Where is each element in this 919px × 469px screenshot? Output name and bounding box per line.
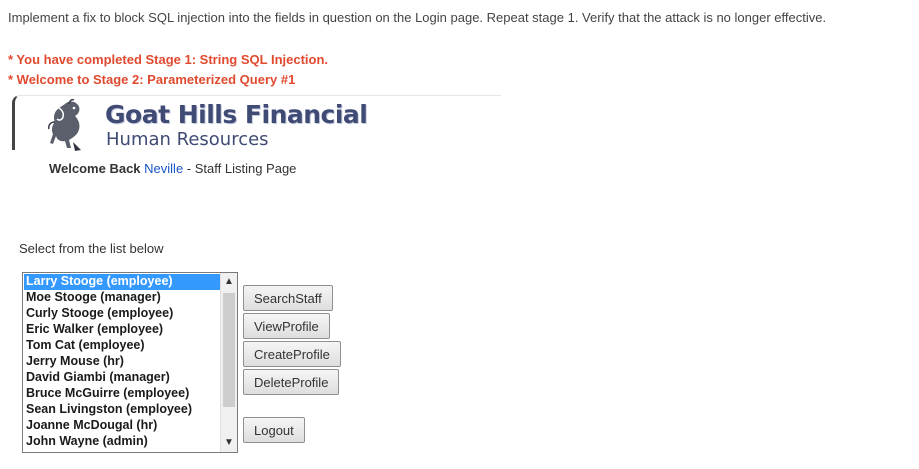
lesson-page: Implement a fix to block SQL injection i… <box>0 0 919 469</box>
staff-list-item[interactable]: John Wayne (admin) <box>24 434 220 450</box>
view-profile-button[interactable]: ViewProfile <box>243 313 330 339</box>
brand-title: Goat Hills Financial <box>105 100 368 129</box>
staff-list-item[interactable]: Curly Stooge (employee) <box>24 306 220 322</box>
stage2-welcome-message: * Welcome to Stage 2: Parameterized Quer… <box>8 72 296 87</box>
scroll-thumb[interactable] <box>223 293 235 407</box>
welcome-line: Welcome Back Neville - Staff Listing Pag… <box>49 161 296 176</box>
logout-button[interactable]: Logout <box>243 417 305 443</box>
username-link[interactable]: Neville <box>144 161 183 176</box>
select-instruction-label: Select from the list below <box>19 241 164 256</box>
staff-listbox[interactable]: Larry Stooge (employee) Moe Stooge (manag… <box>22 272 238 453</box>
staff-list-item[interactable]: Larry Stooge (employee) <box>24 274 220 290</box>
staff-list-item[interactable]: Joanne McDougal (hr) <box>24 418 220 434</box>
staff-list-item[interactable]: Bruce McGuirre (employee) <box>24 386 220 402</box>
staff-list-item[interactable]: Moe Stooge (manager) <box>24 290 220 306</box>
delete-profile-button[interactable]: DeleteProfile <box>243 369 340 395</box>
listbox-scrollbar[interactable]: ▲ ▼ <box>220 273 237 452</box>
staff-list-items: Larry Stooge (employee) Moe Stooge (manag… <box>24 274 220 450</box>
brand-subtitle: Human Resources <box>106 129 269 150</box>
search-staff-button[interactable]: SearchStaff <box>243 285 333 311</box>
stage1-complete-message: * You have completed Stage 1: String SQL… <box>8 52 329 67</box>
staff-list-item[interactable]: Tom Cat (employee) <box>24 338 220 354</box>
create-profile-button[interactable]: CreateProfile <box>243 341 341 367</box>
goat-icon <box>48 98 81 151</box>
staff-list-item[interactable]: Jerry Mouse (hr) <box>24 354 220 370</box>
scroll-down-icon[interactable]: ▼ <box>221 434 237 452</box>
staff-list-item[interactable]: Sean Livingston (employee) <box>24 402 220 418</box>
scroll-up-icon[interactable]: ▲ <box>221 273 237 291</box>
company-banner: Goat Hills Financial Human Resources <box>12 95 501 151</box>
lesson-instructions: Implement a fix to block SQL injection i… <box>8 10 827 25</box>
welcome-prefix: Welcome Back <box>49 161 141 176</box>
staff-list-item[interactable]: Eric Walker (employee) <box>24 322 220 338</box>
staff-list-item[interactable]: David Giambi (manager) <box>24 370 220 386</box>
welcome-suffix: - Staff Listing Page <box>186 161 297 176</box>
